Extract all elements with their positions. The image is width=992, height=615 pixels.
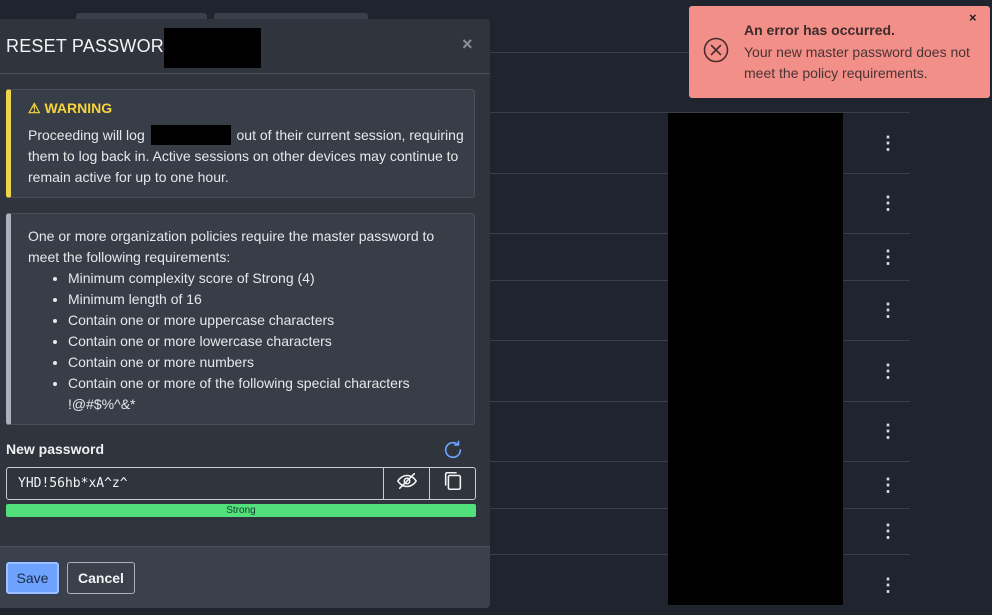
policy-intro: One or more organization policies requir…: [28, 228, 435, 265]
toast-close-icon[interactable]: ×: [969, 10, 977, 25]
password-strength-meter: Strong: [6, 504, 476, 517]
cancel-button[interactable]: Cancel: [67, 562, 135, 594]
row-menu-icon[interactable]: ⋮: [878, 574, 898, 596]
new-password-label: New password: [6, 441, 105, 457]
policy-requirement: Contain one or more numbers: [68, 352, 468, 373]
close-icon[interactable]: ×: [462, 34, 473, 55]
eye-slash-icon: [396, 470, 418, 497]
new-password-group: [6, 467, 476, 500]
policy-requirement: Contain one or more of the following spe…: [68, 373, 468, 415]
error-toast: × An error has occurred. Your new master…: [689, 6, 990, 98]
policy-requirements-list: Minimum complexity score of Strong (4) M…: [68, 268, 468, 415]
row-menu-icon[interactable]: ⋮: [878, 520, 898, 542]
row-menu-icon[interactable]: ⋮: [878, 299, 898, 321]
redacted-username: [164, 28, 261, 68]
policy-requirement: Minimum length of 16: [68, 289, 468, 310]
redacted-column: [668, 113, 843, 605]
copy-icon: [442, 470, 464, 497]
row-menu-icon[interactable]: ⋮: [878, 246, 898, 268]
policy-callout: One or more organization policies requir…: [6, 213, 475, 425]
row-menu-icon[interactable]: ⋮: [878, 474, 898, 496]
copy-password-button[interactable]: [429, 468, 475, 499]
row-menu-icon[interactable]: ⋮: [878, 132, 898, 154]
refresh-icon[interactable]: [442, 439, 464, 461]
row-menu-icon[interactable]: ⋮: [878, 192, 898, 214]
modal-footer: Save Cancel: [0, 546, 490, 608]
toast-message: Your new master password does not meet t…: [744, 44, 970, 81]
toggle-visibility-button[interactable]: [383, 468, 429, 499]
row-menu-icon[interactable]: ⋮: [878, 420, 898, 442]
policy-text: One or more organization policies requir…: [28, 226, 468, 415]
redacted-username: [150, 125, 231, 145]
policy-requirement: Contain one or more lowercase characters: [68, 331, 468, 352]
error-circle-x-icon: [703, 37, 729, 63]
row-divider: [490, 52, 690, 53]
warning-text: Proceeding will log out of their current…: [28, 125, 464, 185]
warning-title: ⚠ WARNING: [28, 100, 113, 116]
modal-title: RESET PASSWORD: [6, 36, 178, 56]
toast-title: An error has occurred.: [744, 22, 895, 38]
policy-requirement: Contain one or more uppercase characters: [68, 310, 468, 331]
row-menu-icon[interactable]: ⋮: [878, 360, 898, 382]
new-password-input[interactable]: [7, 468, 383, 499]
policy-requirement: Minimum complexity score of Strong (4): [68, 268, 468, 289]
reset-password-modal: RESET PASSWORD × ⚠ WARNING Proceeding wi…: [0, 19, 490, 608]
warning-callout: ⚠ WARNING Proceeding will log out of the…: [6, 89, 475, 198]
strength-label: Strong: [226, 505, 256, 516]
modal-header: RESET PASSWORD ×: [0, 19, 490, 74]
save-button[interactable]: Save: [6, 562, 59, 594]
